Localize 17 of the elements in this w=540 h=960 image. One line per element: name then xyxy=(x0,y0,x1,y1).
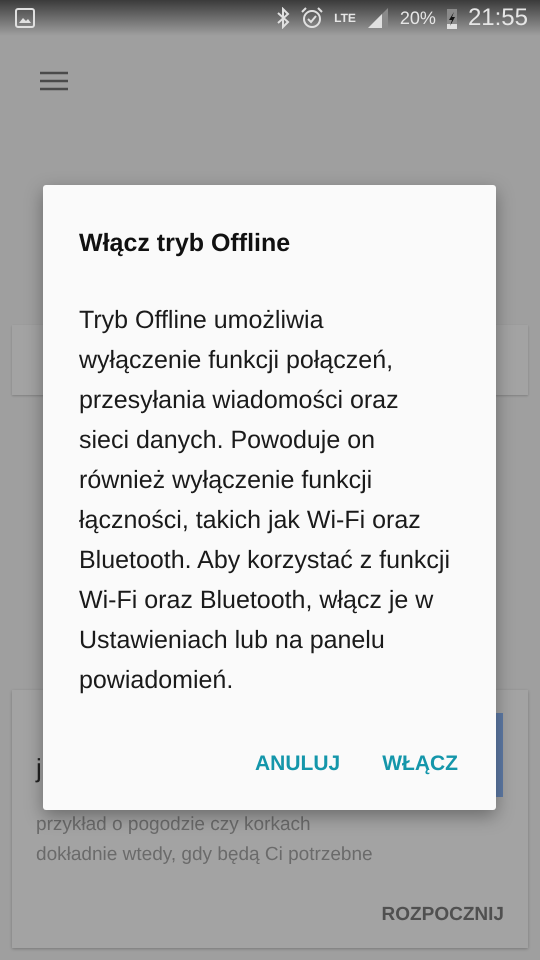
alarm-clock-icon xyxy=(300,6,324,30)
battery-charging-icon xyxy=(446,6,458,30)
battery-percent: 20% xyxy=(400,8,436,28)
bluetooth-icon xyxy=(276,7,290,29)
cancel-button[interactable]: ANULUJ xyxy=(251,746,344,782)
signal-icon xyxy=(366,6,390,30)
card-text-line: dokładnie wtedy, gdy będą Ci potrzebne xyxy=(36,843,374,867)
start-button[interactable]: ROZPOCZNIJ xyxy=(382,904,504,926)
clock-time: 21:55 xyxy=(468,4,528,32)
network-type-label: LTE xyxy=(334,11,356,25)
dialog-title: Włącz tryb Offline xyxy=(79,229,292,258)
menu-icon[interactable] xyxy=(39,70,69,92)
dialog-message: Tryb Offline umożliwia wyłączenie funkcji połączeń, przesyłania wiadomości oraz sieci danych. Powoduje on również wyłączenie funkcji łączności, takich jak Wi-Fi oraz Bluetooth. Aby korzystać z funkcji Wi-Fi oraz Bluetooth, włącz je w Ustawieniach lub na panelu powiadomień. xyxy=(79,305,451,696)
card-text-line: przykład o pogodzie czy korkach xyxy=(36,813,312,837)
image-icon xyxy=(14,7,36,29)
enable-button[interactable]: WŁĄCZ xyxy=(378,746,462,782)
card-title-fragment: j xyxy=(36,752,42,784)
